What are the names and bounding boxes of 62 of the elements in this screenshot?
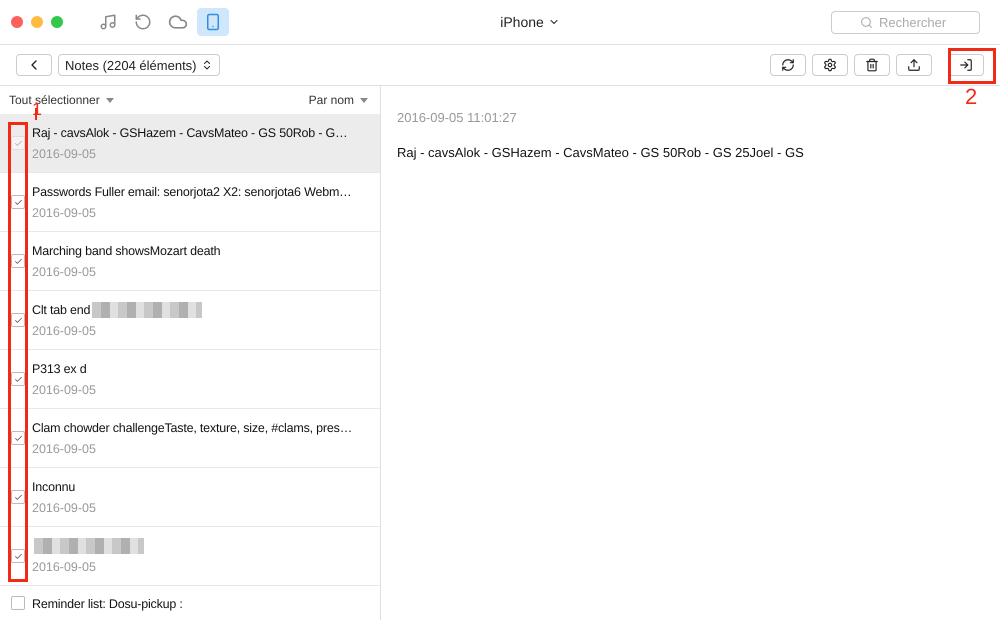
note-date: 2016-09-05: [32, 206, 97, 220]
search-icon: [860, 16, 873, 28]
annotation-number: 2: [965, 86, 978, 108]
settings-icon: [823, 58, 837, 72]
note-title: Marching band showsMozart death: [32, 244, 220, 258]
search-field[interactable]: Rechercher: [831, 10, 980, 34]
note-date: 2016-09-05: [32, 146, 97, 160]
note-title: Inconnu: [32, 480, 76, 494]
check-icon: [14, 138, 22, 148]
upload-icon: [907, 58, 921, 72]
check-icon: [14, 256, 22, 266]
checkbox[interactable]: [11, 549, 25, 563]
check-icon: [14, 374, 22, 384]
note-row[interactable]: Raj - cavsAlok - GSHazem - CavsMateo - GS 50Rob - G… 2016-09-05: [0, 114, 380, 173]
note-date: 2016-09-05: [32, 324, 97, 338]
trash-icon: [865, 58, 879, 72]
note-date: 2016-09-05: [32, 442, 97, 456]
settings-button[interactable]: [812, 54, 848, 76]
checkbox[interactable]: [11, 136, 25, 150]
note-date: 2016-09-05: [32, 560, 97, 574]
note-timestamp: 2016-09-05 11:01:27: [397, 110, 518, 125]
back-button[interactable]: [16, 54, 52, 76]
phone-tab[interactable]: [197, 8, 229, 36]
note-body: Raj - cavsAlok - GSHazem - CavsMateo - GS 50Rob - GS 25Joel - GS: [397, 145, 805, 160]
triangle-down-icon: [360, 98, 368, 102]
checkbox[interactable]: [11, 313, 25, 327]
check-icon: [14, 434, 22, 442]
note-title: Passwords Fuller email: senorjota2 X2: senorjota6 Webm…: [32, 185, 352, 199]
checkbox[interactable]: [11, 372, 25, 386]
check-icon: [14, 492, 22, 502]
check-icon: [14, 552, 22, 560]
restore-icon: [134, 13, 152, 31]
refresh-button[interactable]: [770, 54, 806, 76]
check-icon: [14, 198, 22, 206]
note-title: Clt tab end: [32, 303, 90, 317]
note-title: Raj - cavsAlok - GSHazem - CavsMateo - GS 50Rob - G…: [32, 126, 348, 140]
annotation-frame: [948, 48, 996, 84]
check-icon: [14, 316, 22, 324]
note-date: 2016-09-05: [32, 382, 96, 396]
import-button[interactable]: [948, 54, 984, 76]
checkbox[interactable]: [11, 431, 25, 445]
music-icon: [99, 13, 117, 31]
checkbox[interactable]: [11, 596, 25, 610]
close-button[interactable]: [11, 16, 23, 28]
phone-icon: [204, 13, 222, 31]
triangle-down-icon: [106, 98, 114, 102]
note-date: 2016-09-05: [32, 264, 97, 278]
import-icon: [959, 58, 973, 72]
category-dropdown[interactable]: Notes (2204 éléments): [58, 54, 220, 76]
window-title[interactable]: iPhone: [500, 14, 544, 30]
checkbox[interactable]: [11, 490, 25, 504]
checkbox[interactable]: [11, 254, 25, 268]
note-title: Reminder list: Dosu-pickup :: [32, 596, 183, 610]
refresh-icon: [781, 58, 795, 72]
note-title: P313 ex d: [32, 362, 86, 376]
note-title: Clam chowder challengeTaste, texture, size, #clams, pres…: [32, 421, 352, 435]
checkbox[interactable]: [11, 195, 25, 209]
export-button[interactable]: [896, 54, 932, 76]
leader-line: [35, 108, 37, 120]
sort-dropdown[interactable]: Par nom: [308, 93, 368, 107]
delete-button[interactable]: [854, 54, 890, 76]
note-date: 2016-09-05: [32, 500, 96, 514]
